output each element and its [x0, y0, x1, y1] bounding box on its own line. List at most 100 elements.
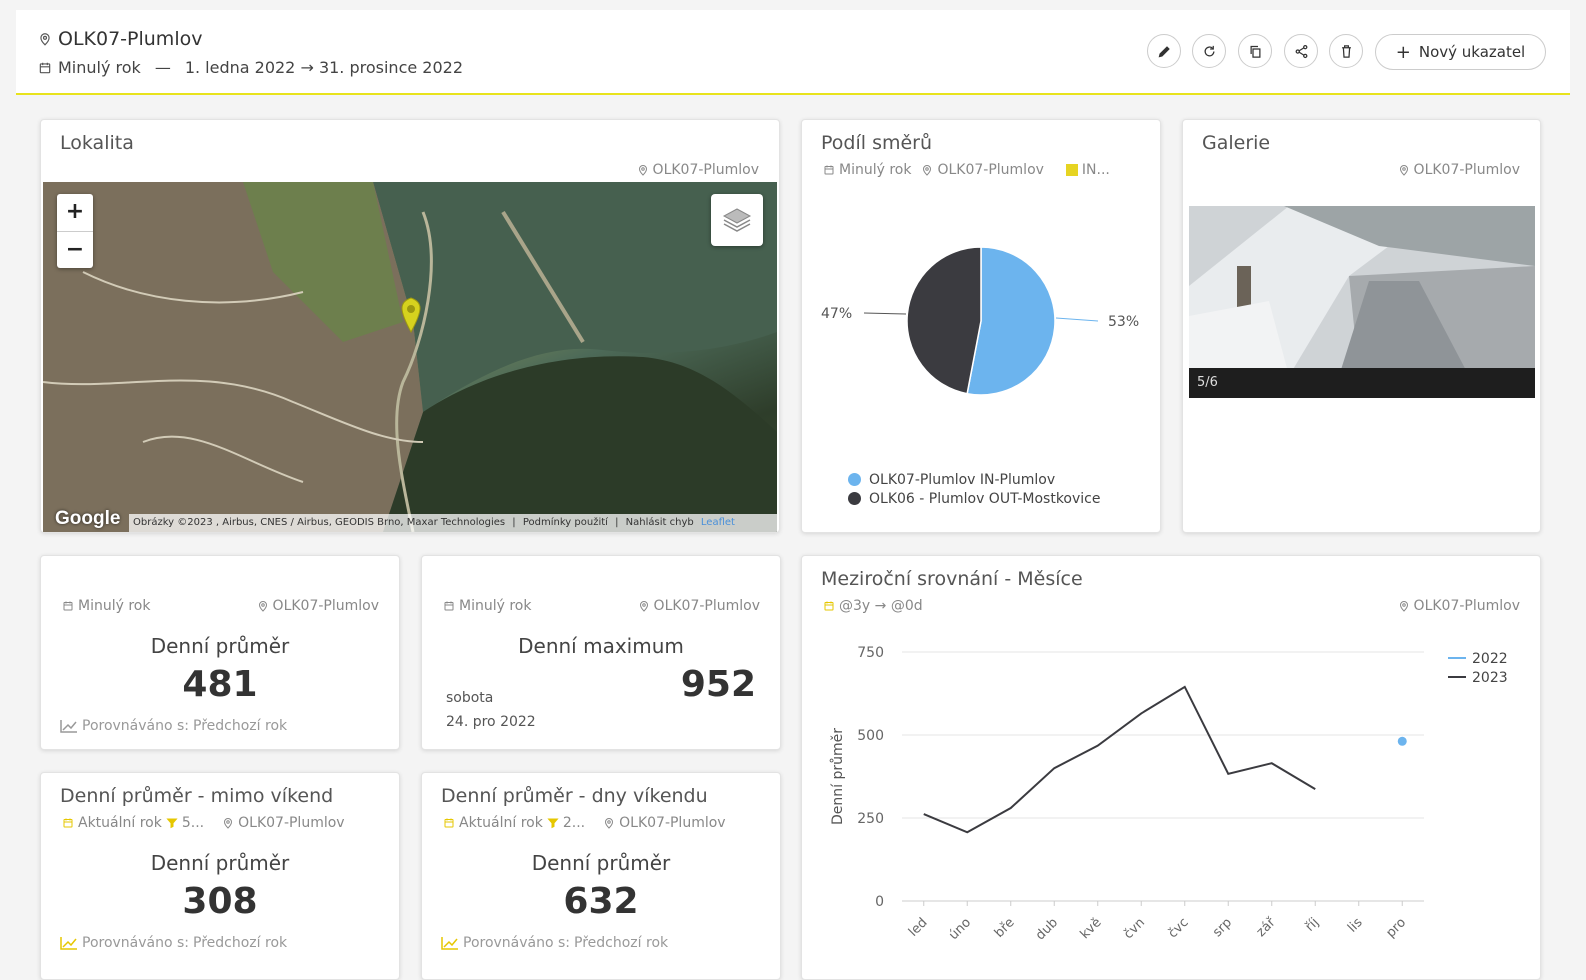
share-button[interactable] — [1284, 34, 1318, 68]
legend-label: OLK06 - Plumlov OUT-Mostkovice — [869, 490, 1101, 507]
gallery-card: Galerie OLK07-Plumlov 5/6 — [1182, 119, 1541, 533]
kpi-label: Denní průměr — [531, 851, 671, 875]
map-zoom-control: + − — [57, 194, 93, 268]
pie-chart: 47% 53% — [821, 246, 1139, 396]
attribution-sep-1: | — [512, 517, 516, 528]
compare-label: Porovnáváno s: — [463, 935, 571, 951]
kpi-period: Minulý rok — [443, 598, 531, 614]
kpi-label: Denní průměr — [150, 851, 290, 875]
legend-dot-icon — [848, 492, 861, 505]
kpi-value: 632 — [563, 881, 639, 922]
location-pin-icon — [224, 818, 233, 829]
filter-text: 5... — [181, 815, 205, 831]
filter-text: 2... — [562, 815, 586, 831]
legend-label[interactable]: 2022 — [1472, 651, 1508, 667]
period-dates: 1. ledna 2022 → 31. prosince 2022 — [184, 58, 464, 77]
kpi-title: Denní průměr - mimo víkend — [60, 785, 334, 807]
direction-share-title: Podíl směrů — [821, 132, 933, 154]
map-card-title: Lokalita — [60, 132, 134, 154]
location-pin-icon — [1399, 165, 1408, 176]
location-text: OLK07-Plumlov — [937, 162, 1044, 178]
calendar-icon — [444, 601, 454, 611]
kpi-comparison[interactable]: Porovnáváno s: Předchozí rok — [60, 718, 287, 734]
refresh-button[interactable] — [1192, 34, 1226, 68]
kpi-label: Denní průměr — [150, 634, 290, 658]
period-text: Aktuální rok — [459, 815, 543, 831]
compare-label: Porovnáváno s: — [82, 718, 190, 734]
x-tick-label: čvc — [1165, 915, 1191, 941]
location-pin-icon — [639, 601, 648, 612]
period-text: @3y → @0d — [839, 598, 923, 614]
legend-label[interactable]: 2023 — [1472, 670, 1508, 686]
report-error-link[interactable]: Nahlásit chyb — [626, 517, 694, 528]
delete-button[interactable] — [1329, 34, 1363, 68]
dashboard-title: OLK07-Plumlov — [38, 28, 202, 50]
edit-button[interactable] — [1147, 34, 1181, 68]
direction-tag: IN... — [1081, 162, 1110, 178]
compare-target: Předchozí rok — [193, 935, 288, 951]
yoy-title: Meziroční srovnání - Měsíce — [821, 568, 1083, 590]
series-point-2022[interactable] — [1397, 736, 1407, 746]
pie-group — [906, 246, 1056, 396]
copy-icon — [1250, 45, 1260, 58]
satellite-map[interactable]: + − Google Obrázky ©2023 , Airbus, CNES … — [43, 182, 777, 532]
map-attribution: Obrázky ©2023 , Airbus, CNES / Airbus, G… — [129, 514, 777, 532]
gallery-location: OLK07-Plumlov — [1398, 162, 1520, 178]
location-pin-icon — [638, 165, 647, 176]
yoy-comparison-card: Meziroční srovnání - Měsíce @3y → @0d OL… — [801, 555, 1541, 980]
calendar-icon — [824, 601, 834, 611]
line-chart: 0 250 500 750 led úno bře dub kvě čvn čvc srp zář říj… — [830, 645, 1508, 943]
dashboard-header: OLK07-Plumlov Minulý rok — 1. ledna 2022… — [16, 10, 1570, 95]
kpi-comparison[interactable]: Porovnáváno s: Předchozí rok — [441, 935, 668, 951]
calendar-icon — [39, 62, 51, 73]
location-pin-icon — [40, 33, 50, 46]
compare-target: Předchozí rok — [193, 718, 288, 734]
terms-link[interactable]: Podmínky použití — [523, 517, 608, 528]
kpi-meta: Aktuální rok 2... OLK07-Plumlov — [443, 815, 726, 831]
new-indicator-button[interactable]: + Nový ukazatel — [1375, 34, 1546, 70]
map-layers-button[interactable] — [711, 194, 763, 246]
pie-slice[interactable] — [906, 246, 982, 395]
trend-chart-icon — [60, 720, 77, 733]
kpi-value: 481 — [182, 664, 258, 705]
zoom-in-button[interactable]: + — [57, 194, 93, 232]
kpi-max-date: 24. pro 2022 — [446, 714, 536, 730]
location-text: OLK07-Plumlov — [653, 598, 760, 614]
copy-button[interactable] — [1238, 34, 1272, 68]
location-pin-icon — [923, 165, 932, 176]
pie-legend: OLK07-Plumlov IN-Plumlov OLK06 - Plumlov… — [848, 470, 1100, 508]
kpi-meta: Aktuální rok 5... OLK07-Plumlov — [62, 815, 345, 831]
new-indicator-label: Nový ukazatel — [1418, 43, 1526, 61]
gallery-title: Galerie — [1202, 132, 1271, 154]
share-icon — [1295, 44, 1307, 58]
zoom-out-button[interactable]: − — [57, 232, 93, 269]
y-axis-label: Denní průměr — [830, 728, 846, 825]
y-tick-label: 750 — [857, 645, 884, 661]
period-text: Minulý rok — [839, 162, 912, 178]
pie-label-line-right — [1055, 317, 1099, 322]
y-tick-label: 250 — [857, 811, 884, 827]
period-label: Minulý rok — [58, 58, 141, 77]
calendar-icon — [824, 165, 834, 175]
kpi-comparison[interactable]: Porovnáváno s: Předchozí rok — [60, 935, 287, 951]
kpi-max-day: sobota — [446, 690, 494, 706]
pencil-icon — [1158, 45, 1170, 57]
location-pin-icon — [258, 601, 267, 612]
period-info[interactable]: Minulý rok — 1. ledna 2022 → 31. prosinc… — [38, 58, 463, 77]
pie-legend-item[interactable]: OLK07-Plumlov IN-Plumlov — [848, 470, 1100, 489]
attribution-text: Obrázky ©2023 , Airbus, CNES / Airbus, G… — [133, 517, 506, 528]
kpi-title: Denní průměr - dny víkendu — [441, 785, 708, 807]
x-tick-label: lis — [1345, 915, 1366, 936]
x-tick-label: srp — [1210, 915, 1235, 940]
x-tick-label: říj — [1303, 915, 1323, 935]
refresh-icon — [1204, 45, 1214, 56]
period-text: Aktuální rok — [78, 815, 162, 831]
y-tick-label: 500 — [857, 728, 884, 744]
direction-share-card: Podíl směrů Minulý rok OLK07-Plumlov IN.… — [801, 119, 1161, 533]
compare-target: Předchozí rok — [574, 935, 669, 951]
series-line-2023[interactable] — [923, 685, 1316, 834]
pie-legend-item[interactable]: OLK06 - Plumlov OUT-Mostkovice — [848, 489, 1100, 508]
x-tick-label: čvn — [1121, 915, 1148, 942]
leaflet-link[interactable]: Leaflet — [701, 517, 735, 528]
y-tick-label: 0 — [875, 894, 884, 910]
